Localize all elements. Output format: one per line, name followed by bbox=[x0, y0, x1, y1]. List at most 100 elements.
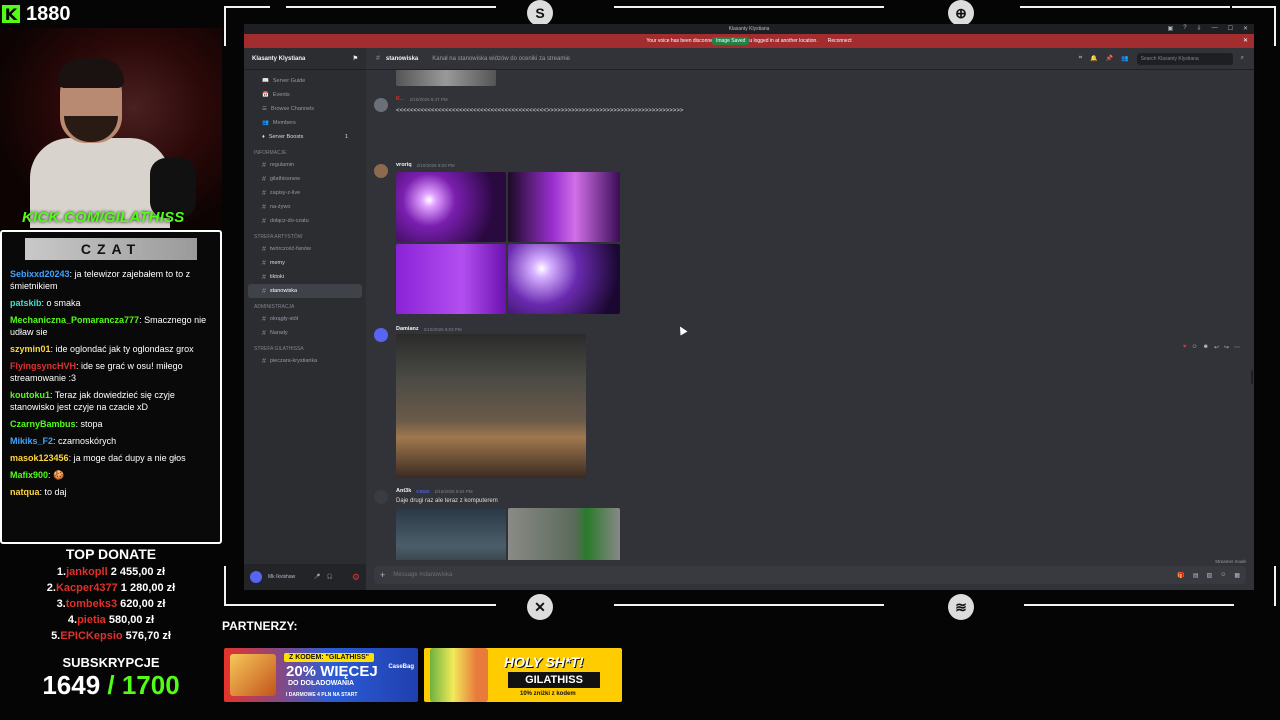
chat-username[interactable]: CzarnyBambus bbox=[10, 419, 76, 429]
avatar[interactable] bbox=[374, 164, 388, 178]
notification-bell-icon[interactable]: 🔔 bbox=[1090, 55, 1097, 62]
forward-icon[interactable]: ↪ bbox=[1224, 344, 1229, 351]
avatar[interactable] bbox=[374, 98, 388, 112]
message-image[interactable] bbox=[396, 244, 506, 314]
message-image[interactable] bbox=[508, 244, 620, 314]
hash-icon: # bbox=[376, 55, 380, 62]
close-window-button[interactable]: ✕ bbox=[1243, 25, 1248, 32]
more-options-icon[interactable]: ⋯ bbox=[1234, 344, 1240, 351]
sidebar-item[interactable]: 📅 Events bbox=[244, 88, 366, 102]
attach-plus-icon[interactable]: + bbox=[380, 570, 385, 580]
channel-item[interactable]: # tiktoki bbox=[244, 270, 366, 284]
add-reaction-icon[interactable]: ☻ bbox=[1203, 344, 1209, 351]
microphone-icon[interactable]: 🎤 bbox=[314, 574, 320, 580]
minimize-button[interactable]: — bbox=[1212, 25, 1218, 32]
maximize-button[interactable]: ☐ bbox=[1228, 25, 1233, 32]
sticker-icon[interactable]: ▧ bbox=[1207, 572, 1213, 579]
message-composer[interactable]: + Message #stanowiska 🎁 ▤ ▧ ☺ ▦ bbox=[374, 566, 1246, 584]
message-author[interactable]: vroriq bbox=[396, 162, 412, 168]
channel-category[interactable]: STREFA ARTYSTÓW bbox=[244, 228, 366, 242]
discord-avatar-icon[interactable] bbox=[374, 328, 388, 342]
channel-item[interactable]: # okrągły-stół bbox=[244, 312, 366, 326]
channel-category[interactable]: ADMINISTRACJA bbox=[244, 298, 366, 312]
message-author[interactable]: K... bbox=[396, 96, 405, 102]
pin-icon[interactable]: 📌 bbox=[1106, 55, 1113, 62]
channel-item[interactable]: # regulamin bbox=[244, 158, 366, 172]
gif-icon[interactable]: ▤ bbox=[1193, 572, 1199, 579]
frame-line bbox=[1274, 6, 1276, 46]
channel-item[interactable]: # pieczara-krystianka bbox=[244, 354, 366, 368]
reconnect-link[interactable]: Reconnect bbox=[828, 38, 852, 44]
apps-icon[interactable]: ▦ bbox=[1234, 572, 1240, 579]
banner-small: I DARMOWE 4 PLN NA START bbox=[286, 692, 358, 698]
channel-item[interactable]: # dołącz-do-czatu bbox=[244, 214, 366, 228]
chat-username[interactable]: Mikiks_F2 bbox=[10, 436, 53, 446]
channel-item[interactable]: # zapisy-z-live bbox=[244, 186, 366, 200]
message-image[interactable] bbox=[508, 172, 620, 242]
message-image[interactable] bbox=[396, 70, 496, 86]
emoji-icon[interactable]: ☺ bbox=[1220, 572, 1226, 579]
sidebar-item[interactable]: 👥 Members bbox=[244, 116, 366, 130]
settings-gear-icon[interactable]: ⚙ bbox=[352, 572, 360, 583]
threads-icon[interactable]: ⌗ bbox=[1079, 55, 1082, 62]
message-image[interactable] bbox=[396, 334, 586, 478]
chat-message: szymin01: ide oglondać jak ty oglondasz … bbox=[10, 343, 212, 355]
chat-username[interactable]: patskib bbox=[10, 298, 42, 308]
reaction-heart-icon[interactable]: ♥ bbox=[1183, 344, 1187, 351]
message-image[interactable] bbox=[396, 172, 506, 242]
help-icon[interactable]: ? bbox=[1183, 25, 1186, 32]
channel-item[interactable]: # na-żywo bbox=[244, 200, 366, 214]
chat-username[interactable]: FlyingsyncHVH bbox=[10, 361, 76, 371]
chat-text: stopa bbox=[80, 419, 103, 429]
chat-username[interactable]: koutoku1 bbox=[10, 390, 50, 400]
channel-item[interactable]: # Narady bbox=[244, 326, 366, 340]
add-user-icon[interactable]: ⚑ bbox=[353, 55, 358, 62]
message-image[interactable] bbox=[396, 508, 506, 560]
hash-icon: # bbox=[262, 245, 266, 253]
chat-message: CzarnyBambus: stopa bbox=[10, 418, 212, 430]
subs-current: 1649 bbox=[42, 670, 101, 700]
channel-item[interactable]: # stanowiska bbox=[248, 284, 362, 298]
channel-category[interactable]: STREFA GILATHISSA bbox=[244, 340, 366, 354]
message-author[interactable]: Damianz bbox=[396, 326, 419, 332]
channel-category[interactable]: INFORMACJE bbox=[244, 144, 366, 158]
sidebar-item[interactable]: ♦ Server Boosts 1 bbox=[244, 130, 366, 144]
reaction-icon[interactable]: ☺ bbox=[1191, 344, 1197, 351]
channel-item[interactable]: # twórczość-fanów bbox=[244, 242, 366, 256]
chat-username[interactable]: Mechaniczna_Pomarancza777 bbox=[10, 315, 139, 325]
search-icon[interactable]: ⌕ bbox=[1241, 55, 1244, 62]
chat-username[interactable]: masok123456 bbox=[10, 453, 69, 463]
channel-item[interactable]: # gilathissnew bbox=[244, 172, 366, 186]
message-author[interactable]: Ant3k bbox=[396, 488, 411, 494]
search-input[interactable]: Search Klasanty Klystiana bbox=[1136, 52, 1233, 65]
member-list-icon[interactable]: 👥 bbox=[1121, 55, 1128, 62]
chat-username[interactable]: Sebixxd20243 bbox=[10, 269, 70, 279]
reply-icon[interactable]: ↩ bbox=[1214, 344, 1219, 351]
chat-username[interactable]: natqua bbox=[10, 487, 40, 497]
hash-icon: # bbox=[262, 273, 266, 281]
chat-username[interactable]: szymin01 bbox=[10, 344, 51, 354]
chat-username[interactable]: Mafix900 bbox=[10, 470, 48, 480]
partner-banner-holyshit[interactable]: HOLY SH*T! GILATHISS 10% zniżki z kodem bbox=[424, 648, 622, 702]
close-notice-icon[interactable]: ✕ bbox=[1243, 37, 1248, 44]
sidebar-item[interactable]: ☰ Browse Channels bbox=[244, 102, 366, 116]
headphones-icon[interactable]: 🎧 bbox=[327, 574, 333, 580]
follower-counter: K 1880 bbox=[0, 0, 222, 28]
channel-label: na-żywo bbox=[269, 204, 291, 210]
avatar[interactable] bbox=[374, 490, 388, 504]
server-header[interactable]: Klasanty Klystiana ⚑ bbox=[244, 48, 366, 70]
channel-item[interactable]: # memy bbox=[244, 256, 366, 270]
donation-rank: 3. bbox=[56, 598, 66, 610]
scrollbar[interactable] bbox=[1251, 370, 1253, 384]
download-icon[interactable]: ⇩ bbox=[1197, 25, 1202, 32]
avatar[interactable] bbox=[250, 571, 262, 583]
message-image[interactable] bbox=[508, 508, 620, 560]
channel-label: regulamin bbox=[269, 162, 295, 168]
banner-tag: Z KODEM: "GILATHISS" bbox=[284, 653, 375, 662]
channel-label: Narady bbox=[269, 330, 288, 336]
partner-banner-casebag[interactable]: Z KODEM: "GILATHISS" 20% WIĘCEJ DO DOŁAD… bbox=[224, 648, 418, 702]
donation-rank: 5. bbox=[51, 630, 61, 642]
gift-icon[interactable]: 🎁 bbox=[1177, 572, 1184, 579]
sidebar-item[interactable]: 📖 Server Guide bbox=[244, 74, 366, 88]
inbox-icon[interactable]: ▣ bbox=[1168, 25, 1174, 32]
